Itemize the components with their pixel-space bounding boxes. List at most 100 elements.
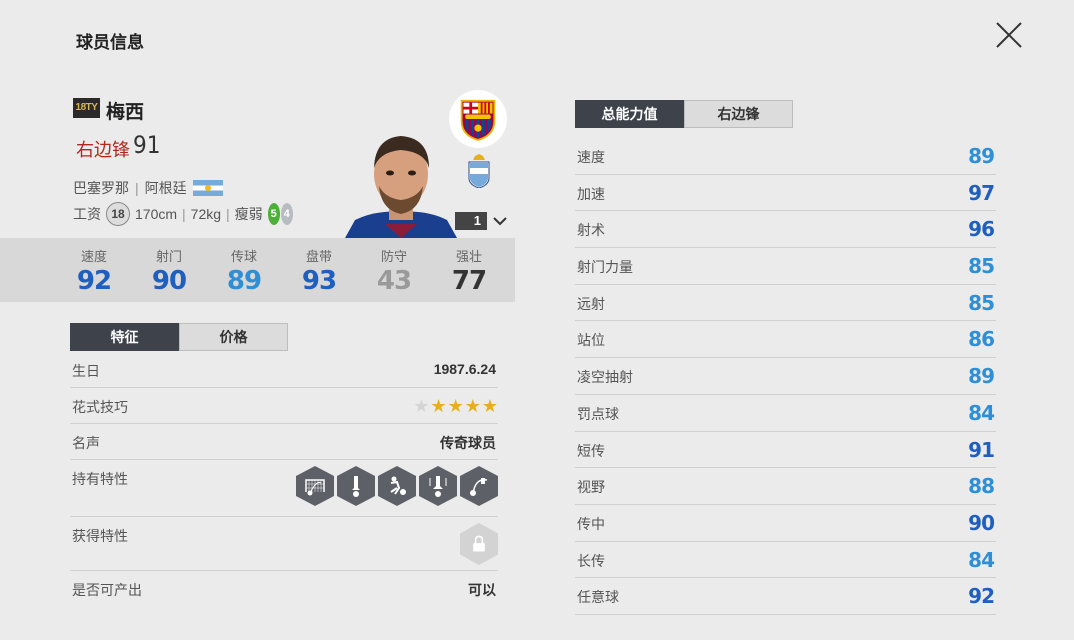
divider: | xyxy=(182,206,186,222)
attribute-label: 任意球 xyxy=(577,589,619,606)
birthday-value: 1987.6.24 xyxy=(433,361,496,377)
divider: | xyxy=(226,206,230,222)
club-name: 巴塞罗那 xyxy=(73,180,129,196)
nation-name: 阿根廷 xyxy=(144,180,187,196)
left-foot-icon: 5 xyxy=(267,203,280,225)
attribute-value: 96 xyxy=(968,217,995,242)
player-info-row: 工资 18 170cm | 72kg | 瘦弱 5 4 xyxy=(73,202,293,226)
tab-position-attributes[interactable]: 右边锋 xyxy=(684,100,793,128)
summary-stats-bar: 速度 92 射门 90 传球 89 盘带 93 防守 43 强壮 77 xyxy=(0,238,515,302)
attribute-row: 罚点球 84 xyxy=(575,395,996,432)
tab-total-attributes[interactable]: 总能力值 xyxy=(575,100,684,128)
star-filled-icon: ★ xyxy=(481,396,498,416)
attribute-value: 85 xyxy=(968,254,995,279)
attribute-row: 速度 89 xyxy=(575,138,996,175)
attribute-value: 84 xyxy=(968,400,995,425)
summary-stat-label: 盘带 xyxy=(305,249,332,264)
list-item: 生日 1987.6.24 xyxy=(70,352,498,388)
list-item: 持有特性 xyxy=(70,460,498,517)
attribute-label: 远射 xyxy=(577,295,605,312)
attribute-row: 远射 85 xyxy=(575,285,996,322)
attribute-label: 速度 xyxy=(577,149,605,165)
player-name: 梅西 xyxy=(106,102,145,123)
finesse-shot-icon[interactable] xyxy=(296,466,334,506)
feature-tabs: 特征 价格 xyxy=(70,323,288,351)
chip-shot-icon[interactable] xyxy=(460,466,498,506)
attribute-value: 97 xyxy=(968,180,995,205)
attribute-row: 视野 88 xyxy=(575,468,996,505)
chevron-down-icon xyxy=(493,217,507,226)
player-overall: 91 xyxy=(133,131,161,159)
attribute-label: 射门力量 xyxy=(577,259,633,276)
season-badge: 18TY xyxy=(73,98,100,118)
club-badge-icon xyxy=(449,90,507,148)
summary-stat: 防守 43 xyxy=(364,246,424,296)
close-button[interactable] xyxy=(994,20,1024,50)
attribute-row: 长传 84 xyxy=(575,542,996,579)
summary-stat-value: 43 xyxy=(376,266,412,296)
wage-value: 18 xyxy=(106,202,130,226)
nation-badge-icon xyxy=(467,154,491,189)
level-dropdown-button[interactable] xyxy=(492,213,508,229)
summary-stat: 射门 90 xyxy=(139,246,199,296)
attribute-label: 加速 xyxy=(577,185,605,202)
feature-list: 生日 1987.6.24 花式技巧 ★★★★★ 名声 传奇球员 持有特性 xyxy=(70,352,498,607)
summary-stat-value: 93 xyxy=(301,266,337,296)
list-item: 获得特性 xyxy=(70,517,498,571)
attribute-row: 加速 97 xyxy=(575,175,996,212)
summary-stat-label: 射门 xyxy=(155,249,182,264)
tab-features[interactable]: 特征 xyxy=(70,323,179,351)
summary-stat: 速度 92 xyxy=(64,246,124,296)
star-filled-icon: ★ xyxy=(464,396,481,416)
dribbler-icon[interactable] xyxy=(378,466,416,506)
attribute-label: 视野 xyxy=(577,479,605,496)
attribute-value: 89 xyxy=(968,144,995,168)
height: 170cm xyxy=(135,206,178,222)
summary-stat-value: 89 xyxy=(226,266,262,296)
attribute-tabs: 总能力值 右边锋 xyxy=(575,100,793,128)
attribute-label: 短传 xyxy=(577,442,605,459)
summary-stat-value: 92 xyxy=(76,266,112,296)
reputation-label: 名声 xyxy=(72,435,100,451)
birthday-label: 生日 xyxy=(72,363,100,379)
attribute-label: 凌空抽射 xyxy=(577,369,633,386)
attribute-value: 88 xyxy=(968,474,995,499)
attribute-label: 罚点球 xyxy=(577,405,619,422)
traits-label: 持有特性 xyxy=(72,471,128,487)
lock-icon xyxy=(460,523,498,565)
tradable-label: 是否可产出 xyxy=(72,582,142,598)
close-icon xyxy=(996,22,1022,48)
outside-foot-shot-icon[interactable] xyxy=(337,466,375,506)
page-title: 球员信息 xyxy=(76,33,144,52)
list-item: 是否可产出 可以 xyxy=(70,571,498,607)
attribute-list: 速度 89 加速 97 射术 96 射门力量 85 远射 85 站位 86 凌空抽射 89 罚… xyxy=(575,138,996,615)
reputation-value: 传奇球员 xyxy=(440,435,496,451)
attribute-value: 84 xyxy=(968,547,995,572)
attribute-value: 90 xyxy=(968,510,995,535)
body-type: 瘦弱 xyxy=(234,206,263,222)
attribute-row: 传中 90 xyxy=(575,505,996,542)
club-nation-row: 巴塞罗那 | 阿根廷 xyxy=(73,178,223,198)
summary-stat-label: 防守 xyxy=(380,249,407,264)
attribute-value: 85 xyxy=(968,290,995,315)
attribute-value: 86 xyxy=(968,327,995,352)
summary-stat-value: 77 xyxy=(451,266,487,296)
tradable-value: 可以 xyxy=(468,582,496,598)
attribute-row: 射门力量 85 xyxy=(575,248,996,285)
skill-stars: ★ ★ ★ ★ ★ xyxy=(413,396,498,417)
player-portrait xyxy=(345,128,457,238)
star-empty-icon: ★ xyxy=(413,396,430,416)
attribute-value: 89 xyxy=(968,364,995,389)
summary-stat-label: 传球 xyxy=(230,249,257,264)
attribute-value: 91 xyxy=(968,437,995,462)
speed-dribbler-icon[interactable] xyxy=(419,466,457,506)
tab-price[interactable]: 价格 xyxy=(179,323,288,351)
list-item: 名声 传奇球员 xyxy=(70,424,498,460)
attribute-value: 92 xyxy=(968,584,995,609)
summary-stat-value: 90 xyxy=(151,266,187,296)
right-foot-icon: 4 xyxy=(280,203,293,225)
attribute-row: 站位 86 xyxy=(575,321,996,359)
summary-stat: 盘带 93 xyxy=(289,246,349,296)
attribute-row: 凌空抽射 89 xyxy=(575,358,996,395)
attribute-label: 长传 xyxy=(577,552,605,569)
